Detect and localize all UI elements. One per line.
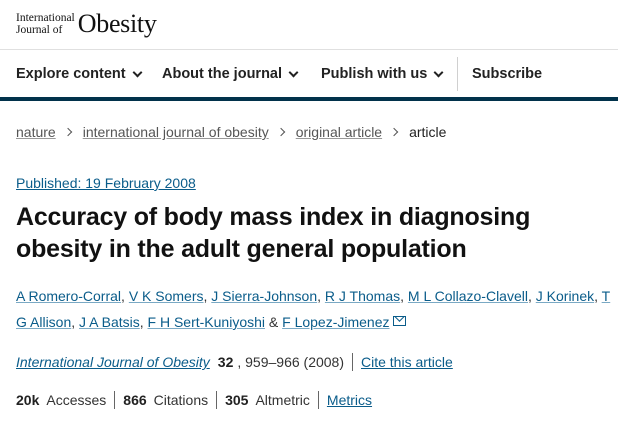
nav-label: Publish with us (321, 66, 428, 82)
author-link[interactable]: J Korinek (536, 288, 594, 304)
breadcrumb-journal[interactable]: international journal of obesity (83, 124, 269, 140)
author-link[interactable]: J Sierra-Johnson (211, 288, 317, 304)
chevron-right-icon (276, 127, 285, 137)
citations-label: Citations (153, 392, 209, 408)
nav-explore-content[interactable]: Explore content (16, 51, 143, 97)
journal-logo[interactable]: International Journal of Obesity (16, 10, 157, 38)
chevron-down-icon (433, 67, 444, 77)
author-link[interactable]: M L Collazo-Clavell (408, 288, 528, 304)
author-and: & (268, 314, 279, 330)
metrics-link[interactable]: Metrics (327, 392, 372, 408)
chevron-down-icon (288, 67, 299, 77)
site-header: International Journal of Obesity (0, 0, 618, 50)
author-link[interactable]: F H Sert-Kuniyoshi (148, 314, 265, 330)
chevron-right-icon (389, 127, 399, 137)
citations-count: 866 (123, 392, 147, 408)
author-link[interactable]: V K Somers (129, 288, 204, 304)
logo-line-1: International (16, 12, 75, 24)
breadcrumb: nature international journal of obesity … (16, 124, 446, 140)
nav-about-journal[interactable]: About the journal (162, 51, 299, 97)
divider (114, 391, 116, 409)
cite-this-article-link[interactable]: Cite this article (361, 354, 453, 370)
mail-icon[interactable] (392, 316, 406, 326)
divider (216, 391, 218, 409)
main-nav: Explore content About the journal Publis… (0, 51, 618, 101)
altmetric-label: Altmetric (255, 392, 310, 408)
author-link[interactable]: F Lopez-Jimenez (282, 314, 389, 330)
journal-link[interactable]: International Journal of Obesity (16, 354, 210, 370)
divider (352, 353, 353, 371)
accesses-label: Accesses (46, 392, 107, 408)
chevron-down-icon (132, 67, 143, 77)
breadcrumb-current: article (409, 124, 447, 140)
pages-year: , 959–966 (2008) (237, 354, 344, 370)
altmetric-score: 305 (225, 392, 249, 408)
article-metrics: 20k Accesses 866 Citations 305 Altmetric… (16, 391, 372, 409)
author-list: A Romero-Corral, V K Somers, J Sierra-Jo… (16, 288, 611, 330)
author-link[interactable]: J A Batsis (79, 314, 140, 330)
breadcrumb-original-article[interactable]: original article (296, 124, 382, 140)
breadcrumb-nature[interactable]: nature (16, 124, 56, 140)
author-link[interactable]: A Romero-Corral (16, 288, 121, 304)
nav-divider (457, 57, 458, 91)
article-title: Accuracy of body mass index in diagnosin… (16, 203, 531, 263)
chevron-right-icon (63, 127, 72, 137)
accesses-count: 20k (16, 392, 40, 408)
nav-label: Explore content (16, 66, 126, 82)
citation-line: International Journal of Obesity 32 , 95… (16, 353, 453, 371)
logo-wordmark: Obesity (77, 9, 157, 38)
logo-line-2: Journal of (16, 24, 63, 36)
subscribe-label: Subscribe (472, 66, 543, 82)
divider (317, 391, 319, 409)
nav-label: About the journal (162, 66, 283, 82)
nav-publish-with-us[interactable]: Publish with us (321, 51, 444, 97)
logo-small-text: International Journal of (16, 12, 75, 36)
published-date[interactable]: Published: 19 February 2008 (16, 175, 196, 191)
nav-subscribe[interactable]: Subscribe (472, 51, 542, 97)
volume: 32 (217, 354, 234, 370)
author-link[interactable]: R J Thomas (325, 288, 400, 304)
